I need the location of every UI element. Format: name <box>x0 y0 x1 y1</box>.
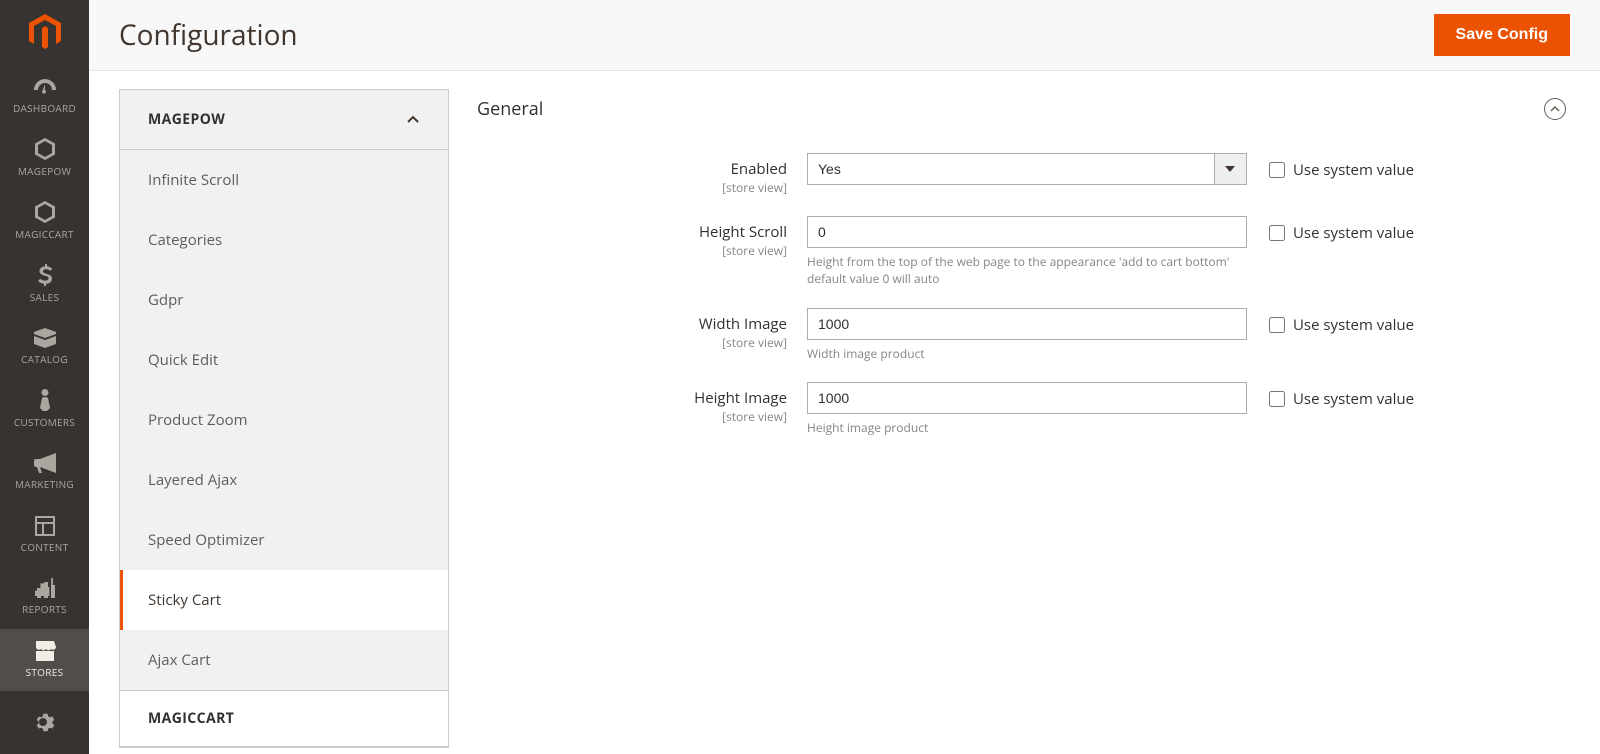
field-height-scroll: Height Scroll [store view] Height from t… <box>477 216 1570 288</box>
config-group-label: MAGEPOW <box>148 110 225 129</box>
use-system-checkbox-height-image[interactable] <box>1269 391 1285 407</box>
use-system-label: Use system value <box>1293 223 1414 243</box>
page-header: Configuration Save Config <box>89 0 1600 71</box>
nav-marketing[interactable]: MARKETING <box>0 441 89 504</box>
config-item-infinite-scroll[interactable]: Infinite Scroll <box>120 150 448 210</box>
nav-reports[interactable]: REPORTS <box>0 566 89 629</box>
nav-sales[interactable]: SALES <box>0 252 89 315</box>
bar-chart-icon <box>35 578 55 598</box>
config-group-magiccart[interactable]: MAGICCART <box>120 690 448 747</box>
use-system-checkbox-height-scroll[interactable] <box>1269 225 1285 241</box>
caret-down-icon <box>1225 164 1235 174</box>
field-scope: [store view] <box>477 408 787 425</box>
gauge-icon <box>34 77 56 97</box>
page-title: Configuration <box>119 16 298 54</box>
nav-stores[interactable]: STORES <box>0 629 89 692</box>
person-icon <box>38 389 52 411</box>
storefront-icon <box>34 641 56 661</box>
width-image-input[interactable] <box>807 308 1247 340</box>
use-system-label: Use system value <box>1293 389 1414 409</box>
nav-magiccart[interactable]: MAGICCART <box>0 190 89 253</box>
field-scope: [store view] <box>477 179 787 196</box>
layout-icon <box>35 516 55 536</box>
field-hint: Height image product <box>807 420 1247 437</box>
nav-label: REPORTS <box>22 602 67 616</box>
config-item-speed-optimizer[interactable]: Speed Optimizer <box>120 510 448 570</box>
megaphone-icon <box>34 453 56 473</box>
field-enabled: Enabled [store view] Yes <box>477 153 1570 196</box>
config-item-categories[interactable]: Categories <box>120 210 448 270</box>
hexagon-icon <box>35 201 55 223</box>
field-hint: Width image product <box>807 346 1247 363</box>
config-group-label: MAGICCART <box>148 709 234 728</box>
field-label: Height Image <box>694 388 787 408</box>
gear-icon <box>34 712 56 734</box>
use-system-checkbox-enabled[interactable] <box>1269 162 1285 178</box>
use-system-checkbox-width-image[interactable] <box>1269 317 1285 333</box>
field-width-image: Width Image [store view] Width image pro… <box>477 308 1570 363</box>
field-label: Height Scroll <box>699 222 787 242</box>
hexagon-icon <box>35 138 55 160</box>
section-header: General <box>477 89 1570 133</box>
select-dropdown-button[interactable] <box>1214 153 1247 185</box>
box-icon <box>34 328 56 348</box>
nav-catalog[interactable]: CATALOG <box>0 315 89 378</box>
nav-label: CATALOG <box>21 352 68 366</box>
nav-label: MAGEPOW <box>18 164 71 178</box>
nav-dashboard[interactable]: DASHBOARD <box>0 64 89 127</box>
dollar-icon <box>38 264 52 286</box>
use-system-label: Use system value <box>1293 315 1414 335</box>
section-title: General <box>477 97 543 121</box>
config-group-magepow[interactable]: MAGEPOW <box>120 90 448 150</box>
field-label: Width Image <box>699 314 787 334</box>
nav-label: CONTENT <box>21 540 69 554</box>
config-item-gdpr[interactable]: Gdpr <box>120 270 448 330</box>
config-nav: MAGEPOW Infinite Scroll Categories Gdpr … <box>119 89 449 754</box>
chevron-up-icon <box>406 113 420 127</box>
config-item-quick-edit[interactable]: Quick Edit <box>120 330 448 390</box>
field-scope: [store view] <box>477 242 787 259</box>
enabled-select[interactable]: Yes <box>807 153 1214 185</box>
height-scroll-input[interactable] <box>807 216 1247 248</box>
config-item-sticky-cart[interactable]: Sticky Cart <box>120 570 448 630</box>
magento-logo[interactable] <box>0 0 89 64</box>
chevron-up-icon <box>1549 103 1561 115</box>
height-image-input[interactable] <box>807 382 1247 414</box>
field-hint: Height from the top of the web page to t… <box>807 254 1247 288</box>
nav-label: SALES <box>30 290 60 304</box>
nav-customers[interactable]: CUSTOMERS <box>0 378 89 441</box>
field-scope: [store view] <box>477 334 787 351</box>
config-item-product-zoom[interactable]: Product Zoom <box>120 390 448 450</box>
admin-sidebar: DASHBOARD MAGEPOW MAGICCART SALES CATALO… <box>0 0 89 754</box>
nav-content[interactable]: CONTENT <box>0 503 89 566</box>
nav-label: MARKETING <box>15 477 74 491</box>
config-item-layered-ajax[interactable]: Layered Ajax <box>120 450 448 510</box>
section-collapse-toggle[interactable] <box>1544 98 1566 120</box>
nav-label: CUSTOMERS <box>14 415 75 429</box>
field-label: Enabled <box>731 159 787 179</box>
nav-label: DASHBOARD <box>13 101 76 115</box>
field-height-image: Height Image [store view] Height image p… <box>477 382 1570 437</box>
use-system-label: Use system value <box>1293 160 1414 180</box>
nav-label: STORES <box>26 665 64 679</box>
nav-magepow[interactable]: MAGEPOW <box>0 127 89 190</box>
nav-system[interactable] <box>0 691 89 754</box>
save-config-button[interactable]: Save Config <box>1434 14 1570 56</box>
config-item-ajax-cart[interactable]: Ajax Cart <box>120 630 448 690</box>
nav-label: MAGICCART <box>15 227 74 241</box>
